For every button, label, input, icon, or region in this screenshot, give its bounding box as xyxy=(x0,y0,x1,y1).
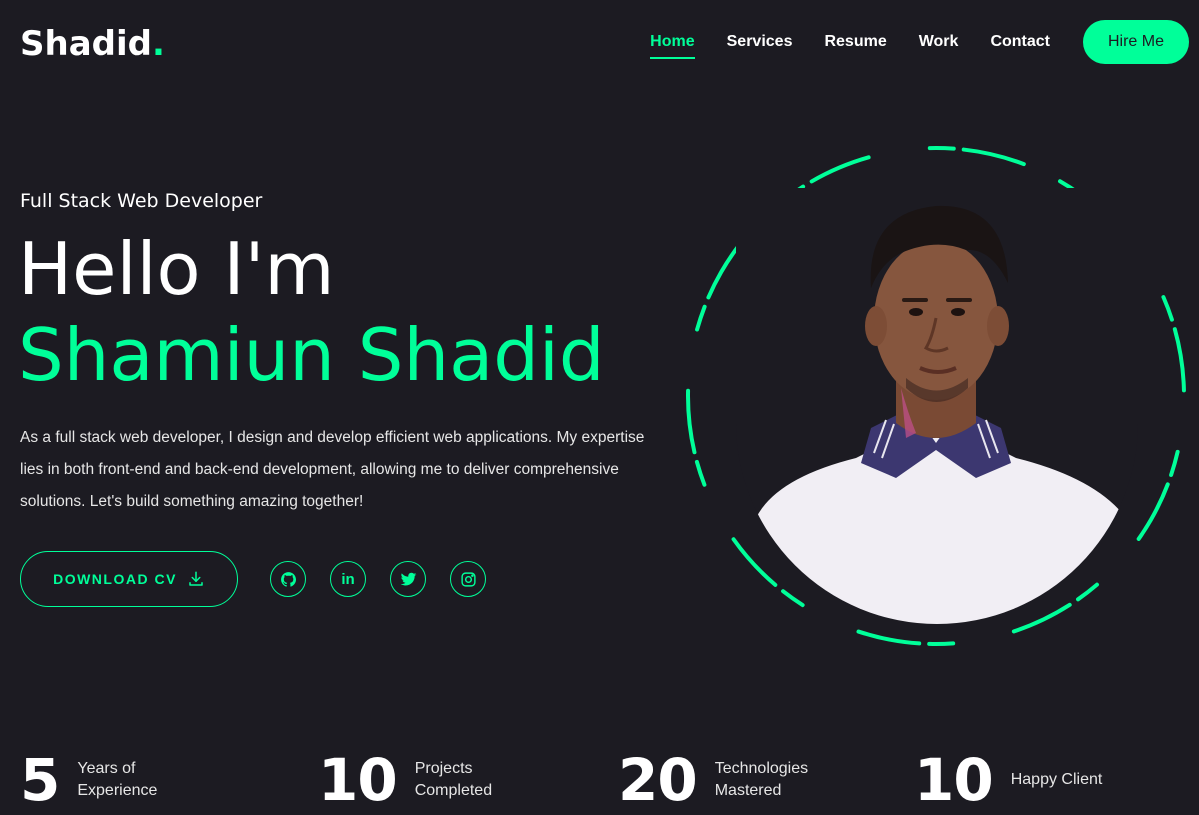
profile-photo-area xyxy=(680,140,1192,652)
nav-resume[interactable]: Resume xyxy=(824,20,886,64)
linkedin-icon: in xyxy=(341,570,355,588)
stat-label: Projects Completed xyxy=(414,760,493,799)
instagram-link[interactable] xyxy=(450,561,486,597)
stat-number: 5 xyxy=(20,746,60,814)
hero-greeting: Hello I'm xyxy=(18,227,335,311)
stat-label: Technologies Mastered xyxy=(714,760,809,799)
logo[interactable]: Shadid. xyxy=(20,24,165,64)
hero-description: As a full stack web developer, I design … xyxy=(20,429,645,510)
twitter-icon xyxy=(400,572,416,585)
logo-dot: . xyxy=(151,24,165,64)
download-icon xyxy=(189,571,203,586)
stat-experience: 5 Years of Experience xyxy=(20,748,157,812)
stat-label: Years of Experience xyxy=(77,760,158,799)
stat-projects: 10 Projects Completed xyxy=(318,748,492,812)
nav-services[interactable]: Services xyxy=(727,20,793,64)
hero-subtitle: Full Stack Web Developer xyxy=(20,190,263,212)
download-cv-label: DOWNLOAD CV xyxy=(53,571,177,587)
stat-number: 10 xyxy=(318,746,398,814)
linkedin-link[interactable]: in xyxy=(330,561,366,597)
stat-label: Happy Client xyxy=(1010,771,1103,788)
nav-work[interactable]: Work xyxy=(919,20,959,64)
social-links: in xyxy=(270,561,486,597)
stat-technologies: 20 Technologies Mastered xyxy=(618,748,808,812)
portrait-illustration xyxy=(736,188,1138,624)
github-icon xyxy=(280,571,296,587)
twitter-link[interactable] xyxy=(390,561,426,597)
main-nav: Home Services Resume Work Contact Hire M… xyxy=(618,20,1189,64)
nav-contact[interactable]: Contact xyxy=(990,20,1050,64)
download-cv-button[interactable]: DOWNLOAD CV xyxy=(20,551,238,607)
hero-name: Shamiun Shadid xyxy=(18,313,605,397)
nav-home[interactable]: Home xyxy=(650,20,696,64)
instagram-icon xyxy=(460,571,476,587)
logo-text: Shadid xyxy=(20,24,152,64)
github-link[interactable] xyxy=(270,561,306,597)
stat-number: 20 xyxy=(618,746,698,814)
stat-number: 10 xyxy=(914,746,994,814)
stat-clients: 10 Happy Client xyxy=(914,748,1102,812)
profile-photo xyxy=(736,188,1138,624)
hire-me-button[interactable]: Hire Me xyxy=(1083,20,1189,64)
